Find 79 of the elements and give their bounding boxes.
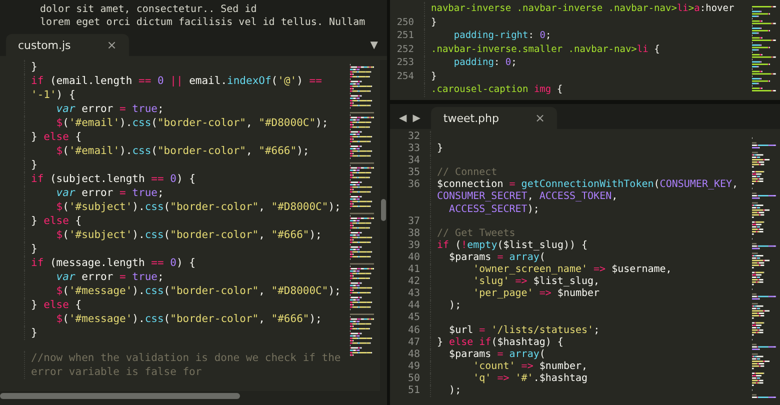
code-line: $('#email').css("border-color", "#666");	[24, 144, 348, 158]
lorem-text: lorem eget orci dictum facilisis vel id tellus. Nullam	[40, 16, 366, 29]
code-line: if (!empty($list_slug)) {	[430, 240, 750, 252]
line-number: 35	[406, 167, 421, 180]
code-line: $('#message').css("border-color", "#D8000C");	[24, 284, 348, 298]
line-number: 45	[406, 312, 421, 324]
code-line: }	[24, 158, 348, 172]
line-number: 40	[406, 252, 421, 264]
line-number: 43	[406, 288, 421, 300]
editor-tab[interactable]: custom.js ×	[6, 34, 129, 56]
code-line: padding: 0;	[424, 56, 750, 70]
line-number: 32	[406, 131, 421, 144]
code-line: navbar-inverse .navbar-inverse .navbar-nav>li>a:hover	[424, 2, 750, 16]
code-line: padding-right: 0;	[424, 29, 750, 42]
code-line: } else {	[24, 214, 348, 228]
code-line: 'q' => '#'.$hashtag	[430, 372, 750, 385]
code-line: } else {	[24, 298, 348, 312]
tab-scroll-button[interactable]: ◀	[396, 113, 410, 124]
line-number: 251	[396, 29, 415, 42]
line-number: 44	[406, 300, 421, 312]
scrollbar-thumb[interactable]	[381, 199, 386, 222]
code-line: if (message.length == 0) {	[24, 256, 348, 270]
code-line: }	[430, 143, 750, 156]
line-number: 36	[406, 179, 421, 192]
code-line: 'count' => $number,	[430, 360, 750, 373]
code-line: } else {	[24, 130, 348, 144]
code-line: $('#subject').css("border-color", "#666");	[24, 228, 348, 242]
code-line: //now when the validation is done we check if the error variable is false for	[24, 351, 348, 380]
code-line: }	[424, 70, 750, 83]
line-number: 41	[406, 264, 421, 276]
code-line: $('#message').css("border-color", "#666");	[24, 312, 348, 326]
code-line: }	[24, 242, 348, 256]
lorem-text: dolor sit amet, consectetur.. Sed id	[40, 3, 258, 16]
code-line: }	[24, 326, 348, 340]
code-line: .navbar-inverse.smaller .navbar-nav>li {	[424, 42, 750, 56]
line-number: 34	[406, 155, 421, 168]
line-number: 252	[396, 42, 415, 56]
line-number: 46	[406, 324, 421, 337]
code-line: } else if($hashtag) {	[430, 336, 750, 349]
code-line: $('#email').css("border-color", "#D8000C");	[24, 116, 348, 130]
line-number: 49	[406, 360, 421, 373]
editor-tab[interactable]: tweet.php ×	[431, 107, 558, 129]
code-line: ACCESS_SECRET);	[430, 204, 750, 216]
line-number: 33	[406, 143, 421, 156]
code-line: }	[24, 60, 348, 74]
code-line: $connection = getConnectionWithToken(CONSUMER_KEY, CONSUMER_SECRET, ACCESS_TOKEN,	[430, 179, 750, 204]
code-line: 'per_page' => $number	[430, 288, 750, 300]
line-number: 42	[406, 276, 421, 288]
code-line: }	[424, 16, 750, 29]
code-line: 'slug' => $list_slug,	[430, 276, 750, 288]
code-line: var error = true;	[24, 102, 348, 116]
tab-scroll-button[interactable]: ▶	[410, 113, 424, 124]
line-number: 38	[406, 228, 421, 240]
line-number: 37	[406, 216, 421, 228]
code-line: $params = array(	[430, 348, 750, 361]
line-number: 253	[396, 56, 415, 70]
code-line: .carousel-caption img {	[424, 83, 750, 96]
code-line: );	[430, 384, 750, 398]
code-line: // Connect	[430, 167, 750, 180]
line-number: 39	[406, 240, 421, 252]
code-line: var error = true;	[24, 186, 348, 200]
line-number: 48	[406, 348, 421, 361]
code-line: // Get Tweets	[430, 228, 750, 240]
close-button[interactable]: ×	[533, 111, 548, 125]
line-number: 50	[406, 372, 421, 385]
line-number: 51	[406, 384, 421, 398]
line-number: 254	[396, 70, 415, 83]
code-line: $('#subject').css("border-color", "#D8000C");	[24, 200, 348, 214]
code-line: $url = '/lists/statuses';	[430, 324, 750, 337]
scrollbar-thumb[interactable]	[0, 393, 240, 399]
line-number: 47	[406, 336, 421, 349]
line-number: 250	[396, 16, 415, 29]
code-line: $params = array(	[430, 252, 750, 264]
code-line: var error = true;	[24, 270, 348, 284]
close-button[interactable]: ×	[104, 38, 119, 52]
code-line: 'owner_screen_name' => $username,	[430, 264, 750, 276]
panel-menu-button[interactable]: ▼	[367, 40, 381, 56]
code-line: );	[430, 300, 750, 312]
code-line: if (subject.length == 0) {	[24, 172, 348, 186]
